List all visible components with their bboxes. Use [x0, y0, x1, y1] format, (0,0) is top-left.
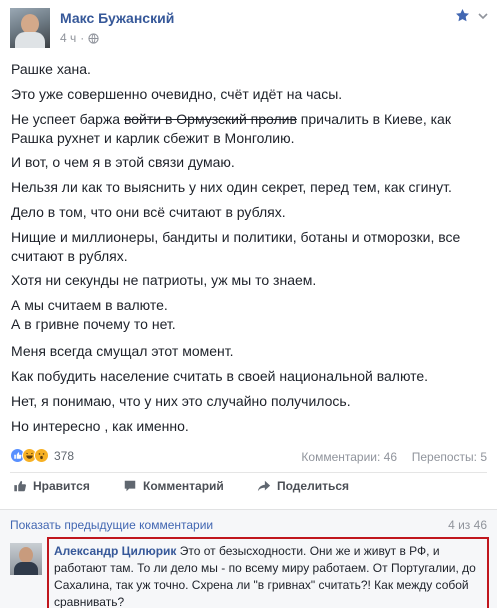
globe-icon [88, 32, 99, 44]
wow-reaction-icon [34, 448, 49, 463]
share-label: Поделиться [277, 479, 350, 493]
comment-button[interactable]: Комментарий [123, 479, 224, 493]
post-meta: 4 ч · [60, 31, 99, 45]
chevron-down-icon[interactable] [478, 12, 488, 20]
dot-separator: · [80, 31, 85, 45]
post-stats: 378 Комментарии: 46 Перепосты: 5 [10, 448, 487, 468]
comment-body: Александр Цилюрик Это от безысходности. … [54, 543, 484, 608]
comment-label: Комментарий [143, 479, 224, 493]
post-time[interactable]: 4 ч [60, 31, 76, 45]
author-avatar[interactable] [10, 8, 50, 48]
share-arrow-icon [257, 480, 271, 492]
comments-count[interactable]: Комментарии: 46 [301, 450, 397, 464]
post-paragraph: Не успеет баржа войти в Ормузский пролив… [11, 110, 487, 148]
post-paragraph: Как побудить население считать в своей н… [11, 368, 429, 384]
post-paragraph: Нельзя ли как то выяснить у них один сек… [11, 179, 452, 195]
like-button[interactable]: Нравится [13, 479, 90, 493]
post-header: Макс Бужанский 4 ч · [10, 8, 490, 52]
comment-icon [124, 480, 136, 492]
share-button[interactable]: Поделиться [257, 479, 349, 493]
strikethrough-text: войти в Ормузский пролив [123, 111, 297, 127]
thumbs-up-icon [14, 480, 26, 492]
post-paragraph: Рашке хана. [11, 61, 91, 77]
reactions-summary[interactable]: 378 [10, 448, 74, 463]
paragraph-text: Не успеет баржа [11, 111, 124, 127]
post-paragraph: Меня всегда смущал этот момент. [11, 343, 234, 359]
post-actions: Нравится Комментарий Поделиться [10, 479, 487, 503]
author-name[interactable]: Макс Бужанский [60, 10, 174, 26]
comments-pager: 4 из 46 [448, 518, 487, 532]
post-paragraph: И вот, о чем я в этой связи думаю. [11, 154, 235, 170]
reaction-count: 378 [54, 448, 75, 463]
post-paragraph: Нет, я понимаю, что у них это случайно п… [11, 393, 351, 409]
commenter-avatar[interactable] [10, 543, 42, 575]
commenter-name[interactable]: Александр Цилюрик [54, 544, 176, 558]
like-label: Нравится [33, 479, 90, 493]
comments-section: Показать предыдущие комментарии 4 из 46 … [0, 509, 497, 608]
post-paragraph: Нищие и миллионеры, бандиты и политики, … [11, 229, 461, 264]
shares-count[interactable]: Перепосты: 5 [412, 450, 487, 464]
post-paragraph: А мы считаем в валюте. А в гривне почему… [11, 297, 176, 332]
star-icon[interactable] [455, 8, 470, 23]
post-paragraph: Хотя ни секунды не патриоты, уж мы то зн… [11, 272, 317, 288]
comments-shares-counts: Комментарии: 46 Перепосты: 5 [301, 450, 487, 464]
post-paragraph: Дело в том, что они всё считают в рублях… [11, 204, 286, 220]
post-paragraph: Это уже совершенно очевидно, счёт идёт н… [11, 86, 343, 102]
divider [10, 472, 487, 473]
highlighted-comment: Александр Цилюрик Это от безысходности. … [47, 537, 489, 608]
show-previous-comments-link[interactable]: Показать предыдущие комментарии [10, 518, 213, 532]
post-paragraph: Но интересно , как именно. [11, 418, 189, 434]
facebook-post: Макс Бужанский 4 ч · Рашке хана. Это уже… [0, 0, 497, 608]
